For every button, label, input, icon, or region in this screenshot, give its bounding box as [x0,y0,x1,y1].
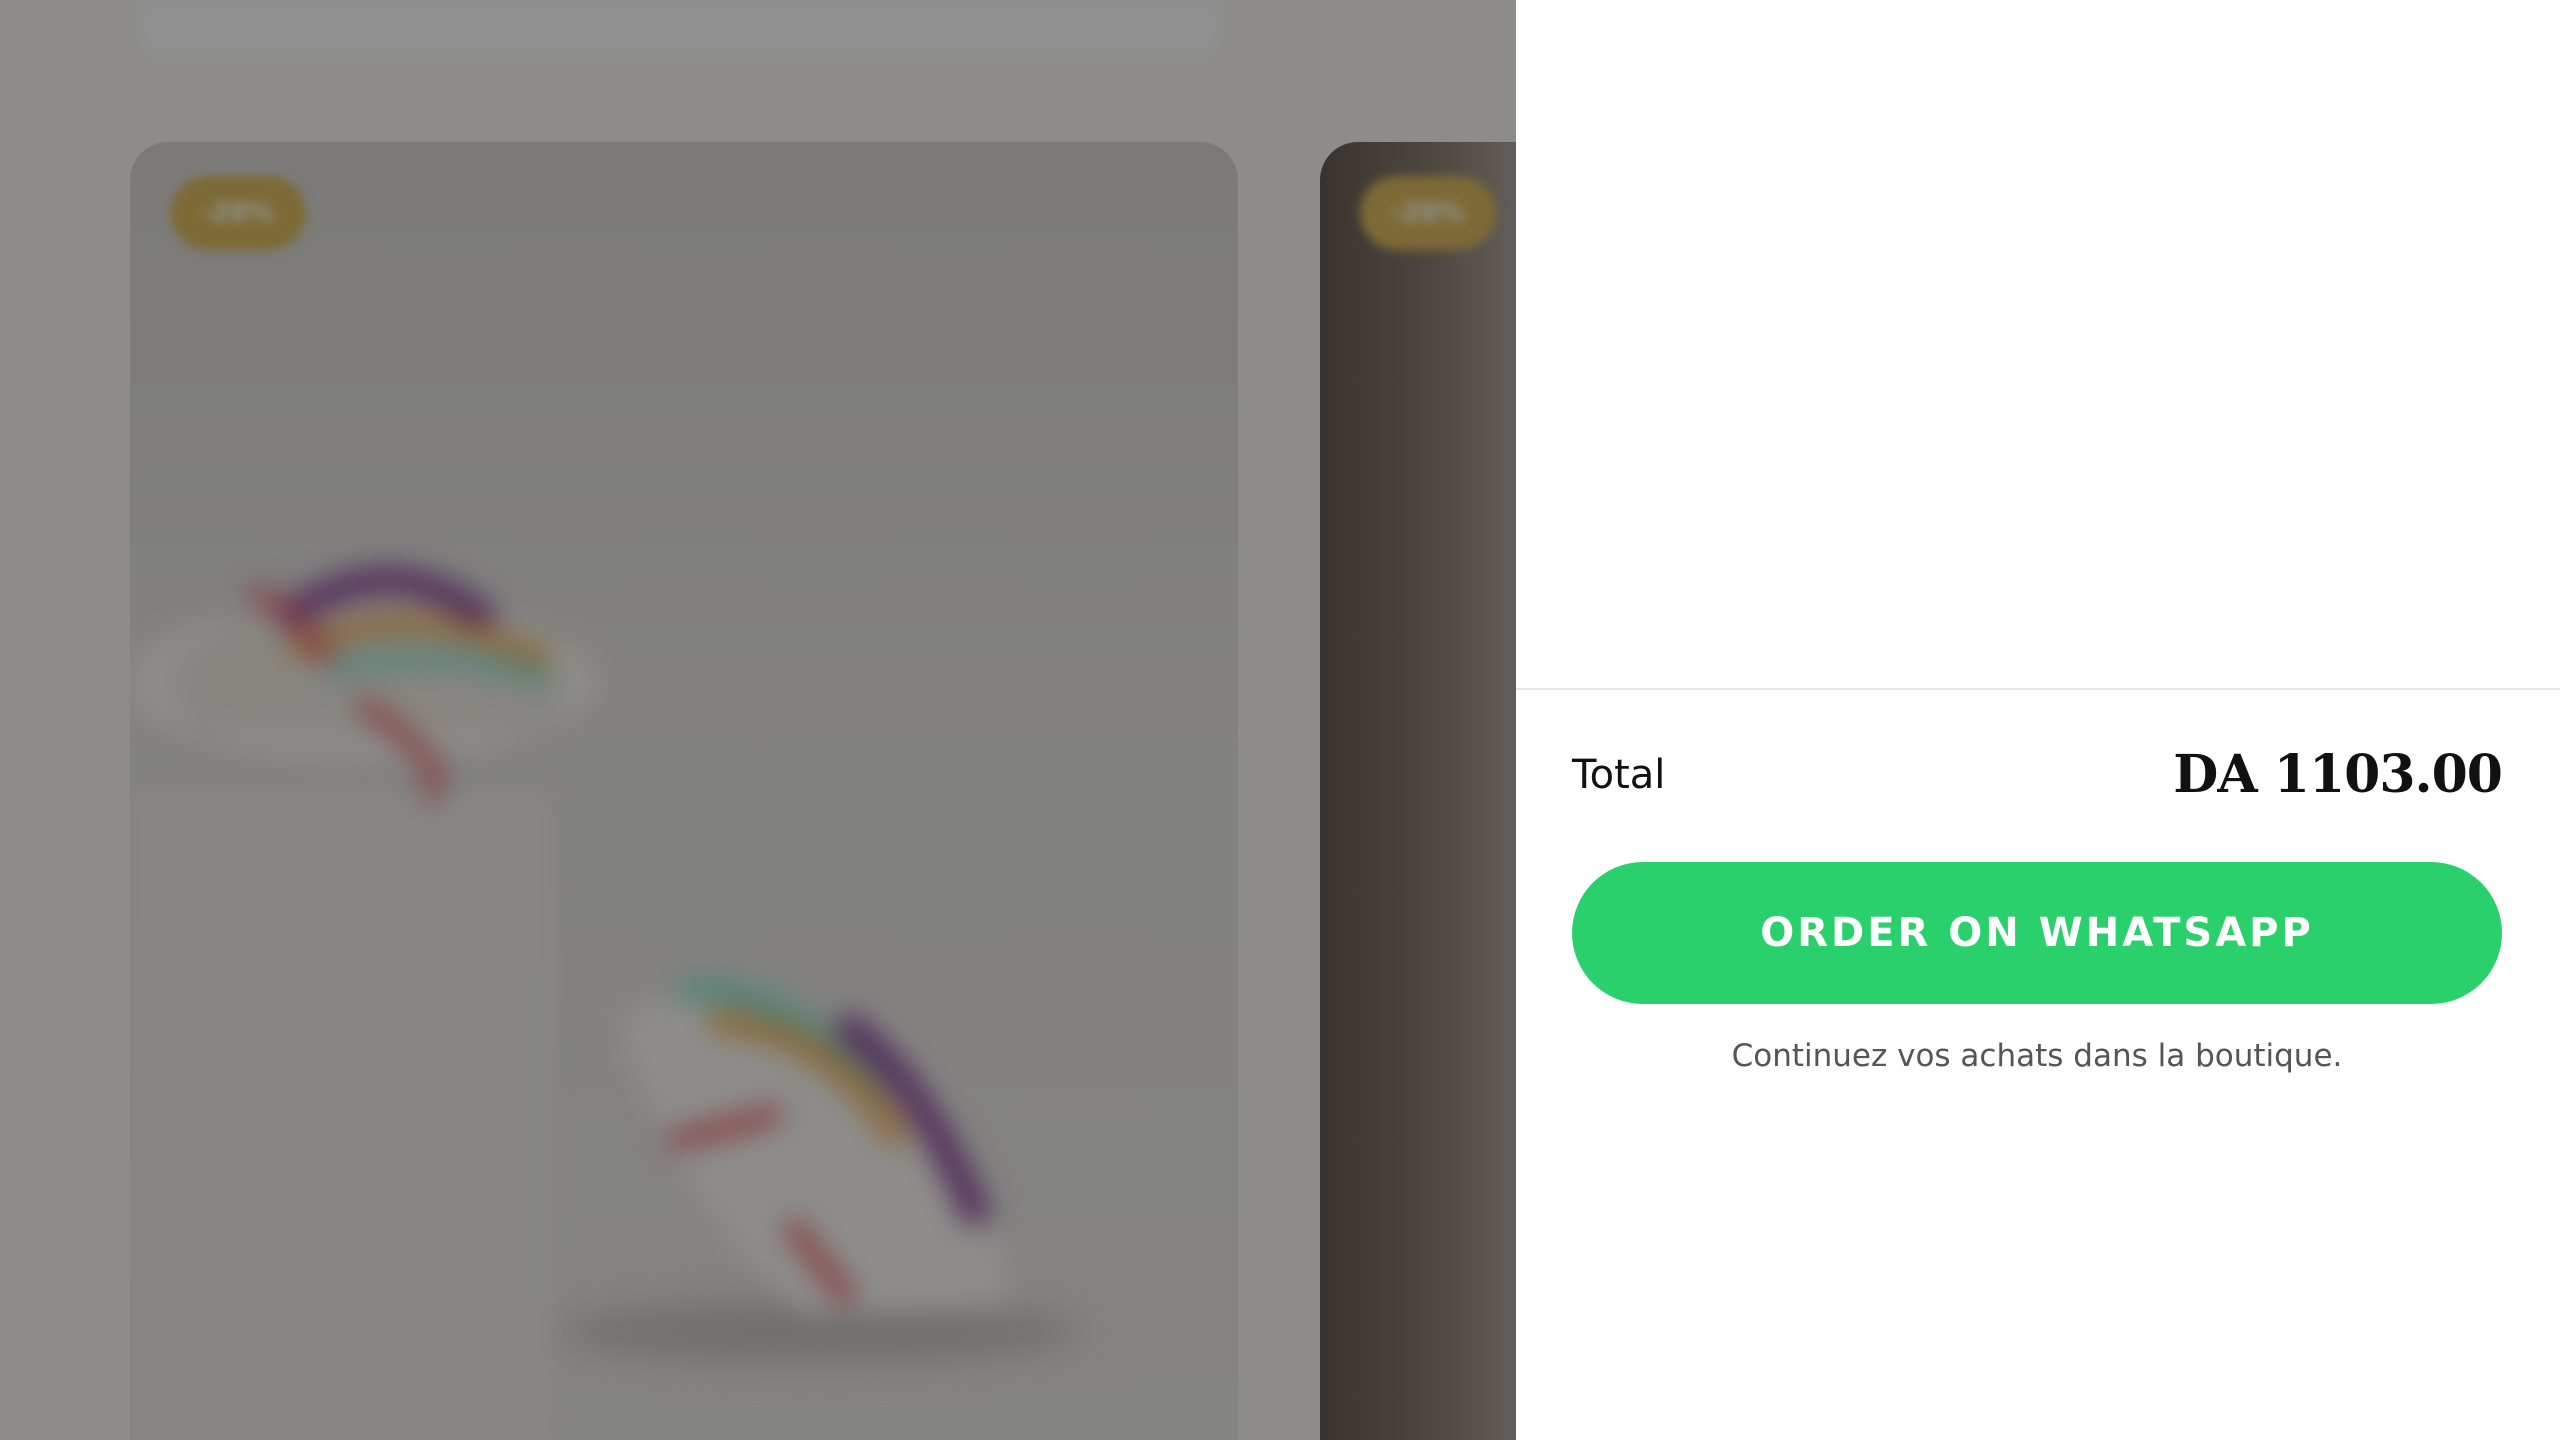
modal-backdrop[interactable] [0,0,1516,1440]
total-label: Total [1572,752,1666,798]
order-on-whatsapp-button[interactable]: ORDER ON WHATSAPP [1572,862,2502,1004]
page: -20% -20% Total DA 1103.00 ORDER ON WHAT… [0,0,2560,1440]
cart-drawer: Total DA 1103.00 ORDER ON WHATSAPP Conti… [1516,0,2560,1440]
total-amount: DA 1103.00 [2173,744,2503,805]
cart-items-area [1516,0,2560,690]
storefront-background: -20% -20% [0,0,1516,1440]
total-row: Total DA 1103.00 [1572,690,2503,870]
cart-summary: Total DA 1103.00 ORDER ON WHATSAPP Conti… [1572,690,2503,1074]
continue-shopping-link[interactable]: Continuez vos achats dans la boutique. [1572,1038,2502,1074]
